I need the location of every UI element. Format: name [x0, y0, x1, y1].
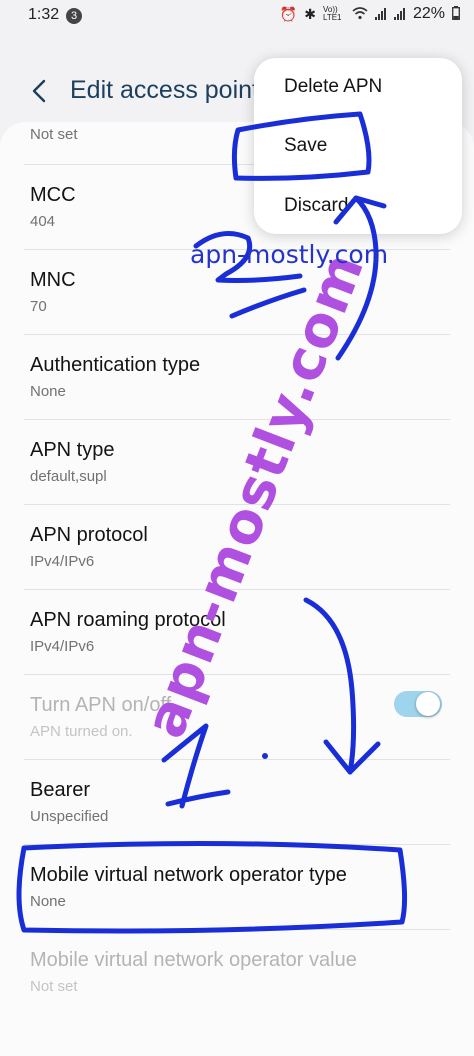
apn-toggle-switch[interactable]	[394, 691, 442, 717]
signal-strength-icon	[374, 8, 387, 20]
alarm-icon: ⏰	[279, 5, 298, 22]
item-label: MCC	[30, 184, 76, 206]
bluetooth-icon: ✱	[304, 5, 316, 22]
list-item-mvno-value[interactable]: Mobile virtual network operator value No…	[0, 930, 474, 1015]
item-value: default,supl	[30, 468, 107, 485]
toggle-knob	[416, 692, 440, 716]
status-icons: ⏰ ✱ Vo)) LTE1 22%	[280, 5, 460, 23]
item-label: Bearer	[30, 779, 91, 801]
list-item-bearer[interactable]: Bearer Unspecified	[0, 760, 474, 845]
item-label: Authentication type	[30, 354, 201, 376]
item-value: Not set	[30, 978, 78, 995]
chevron-left-icon[interactable]	[28, 76, 52, 106]
network-type-label: Vo)) LTE1	[322, 5, 342, 22]
watermark-top: apn-mostly.com	[190, 240, 389, 269]
status-time: 1:32	[28, 6, 60, 23]
item-value: None	[30, 383, 66, 400]
page-title: Edit access point	[70, 76, 259, 104]
item-value: IPv4/IPv6	[30, 638, 95, 655]
notification-count-badge: 3	[66, 8, 82, 24]
status-bar: 1:32 3 ⏰ ✱ Vo)) LTE1 22%	[0, 0, 474, 32]
signal-strength-icon-2	[393, 8, 406, 20]
item-label: APN type	[30, 439, 115, 461]
battery-icon	[452, 5, 460, 23]
item-value: None	[30, 893, 66, 910]
list-item-turn-apn-on-off[interactable]: Turn APN on/off APN turned on.	[0, 675, 474, 760]
menu-item-discard[interactable]: Discard	[284, 195, 348, 217]
item-value: APN turned on.	[30, 723, 133, 740]
item-value: 404	[30, 213, 56, 230]
item-value: IPv4/IPv6	[30, 553, 95, 570]
item-value: 70	[30, 298, 47, 315]
battery-percentage: 22%	[412, 5, 445, 22]
item-label: Mobile virtual network operator type	[30, 864, 347, 886]
list-item-authentication-type[interactable]: Authentication type None	[0, 335, 474, 420]
menu-item-save[interactable]: Save	[284, 135, 327, 157]
item-value: Not set	[30, 126, 78, 143]
item-label: Mobile virtual network operator value	[30, 949, 357, 971]
menu-item-delete-apn[interactable]: Delete APN	[284, 76, 382, 98]
item-label: APN protocol	[30, 524, 148, 546]
list-item-mvno-type[interactable]: Mobile virtual network operator type Non…	[0, 845, 474, 930]
item-label: MNC	[30, 269, 76, 291]
overflow-menu: Delete APN Save Discard	[254, 58, 462, 234]
item-value: Unspecified	[30, 808, 109, 825]
wifi-icon	[352, 6, 368, 23]
